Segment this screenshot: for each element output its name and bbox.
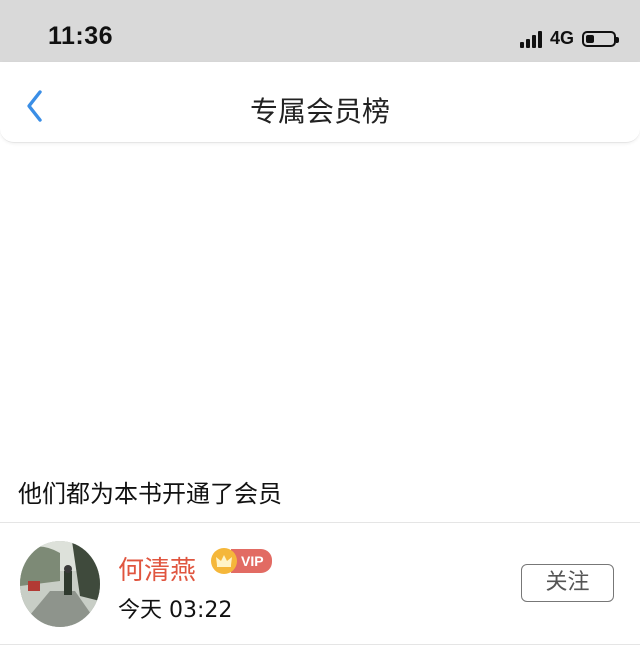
member-time: 今天 03:22 <box>118 598 233 623</box>
network-type: 4G <box>549 28 574 48</box>
divider <box>0 522 640 523</box>
avatar[interactable] <box>20 541 100 627</box>
follow-button[interactable]: 关注 <box>521 564 614 602</box>
vip-label: VIP <box>231 549 272 573</box>
section-caption: 他们都为本书开通了会员 <box>18 480 282 508</box>
vip-badge: VIP <box>211 548 272 574</box>
battery-icon <box>582 30 619 47</box>
crown-icon <box>211 548 237 574</box>
nav-bar: 专属会员榜 <box>0 62 640 143</box>
page-title: 专属会员榜 <box>249 95 390 128</box>
battery-level <box>586 34 594 43</box>
status-bar: 11:36 4G <box>0 0 640 62</box>
divider <box>0 644 640 645</box>
signal-icon <box>519 30 542 48</box>
status-time: 11:36 <box>48 22 114 50</box>
member-name[interactable]: 何清燕 <box>118 550 196 587</box>
status-indicators: 4G <box>519 28 619 49</box>
list-item[interactable]: 何清燕 VIP 今天 03:22 关注 <box>0 524 640 644</box>
avatar-photo <box>20 541 100 627</box>
